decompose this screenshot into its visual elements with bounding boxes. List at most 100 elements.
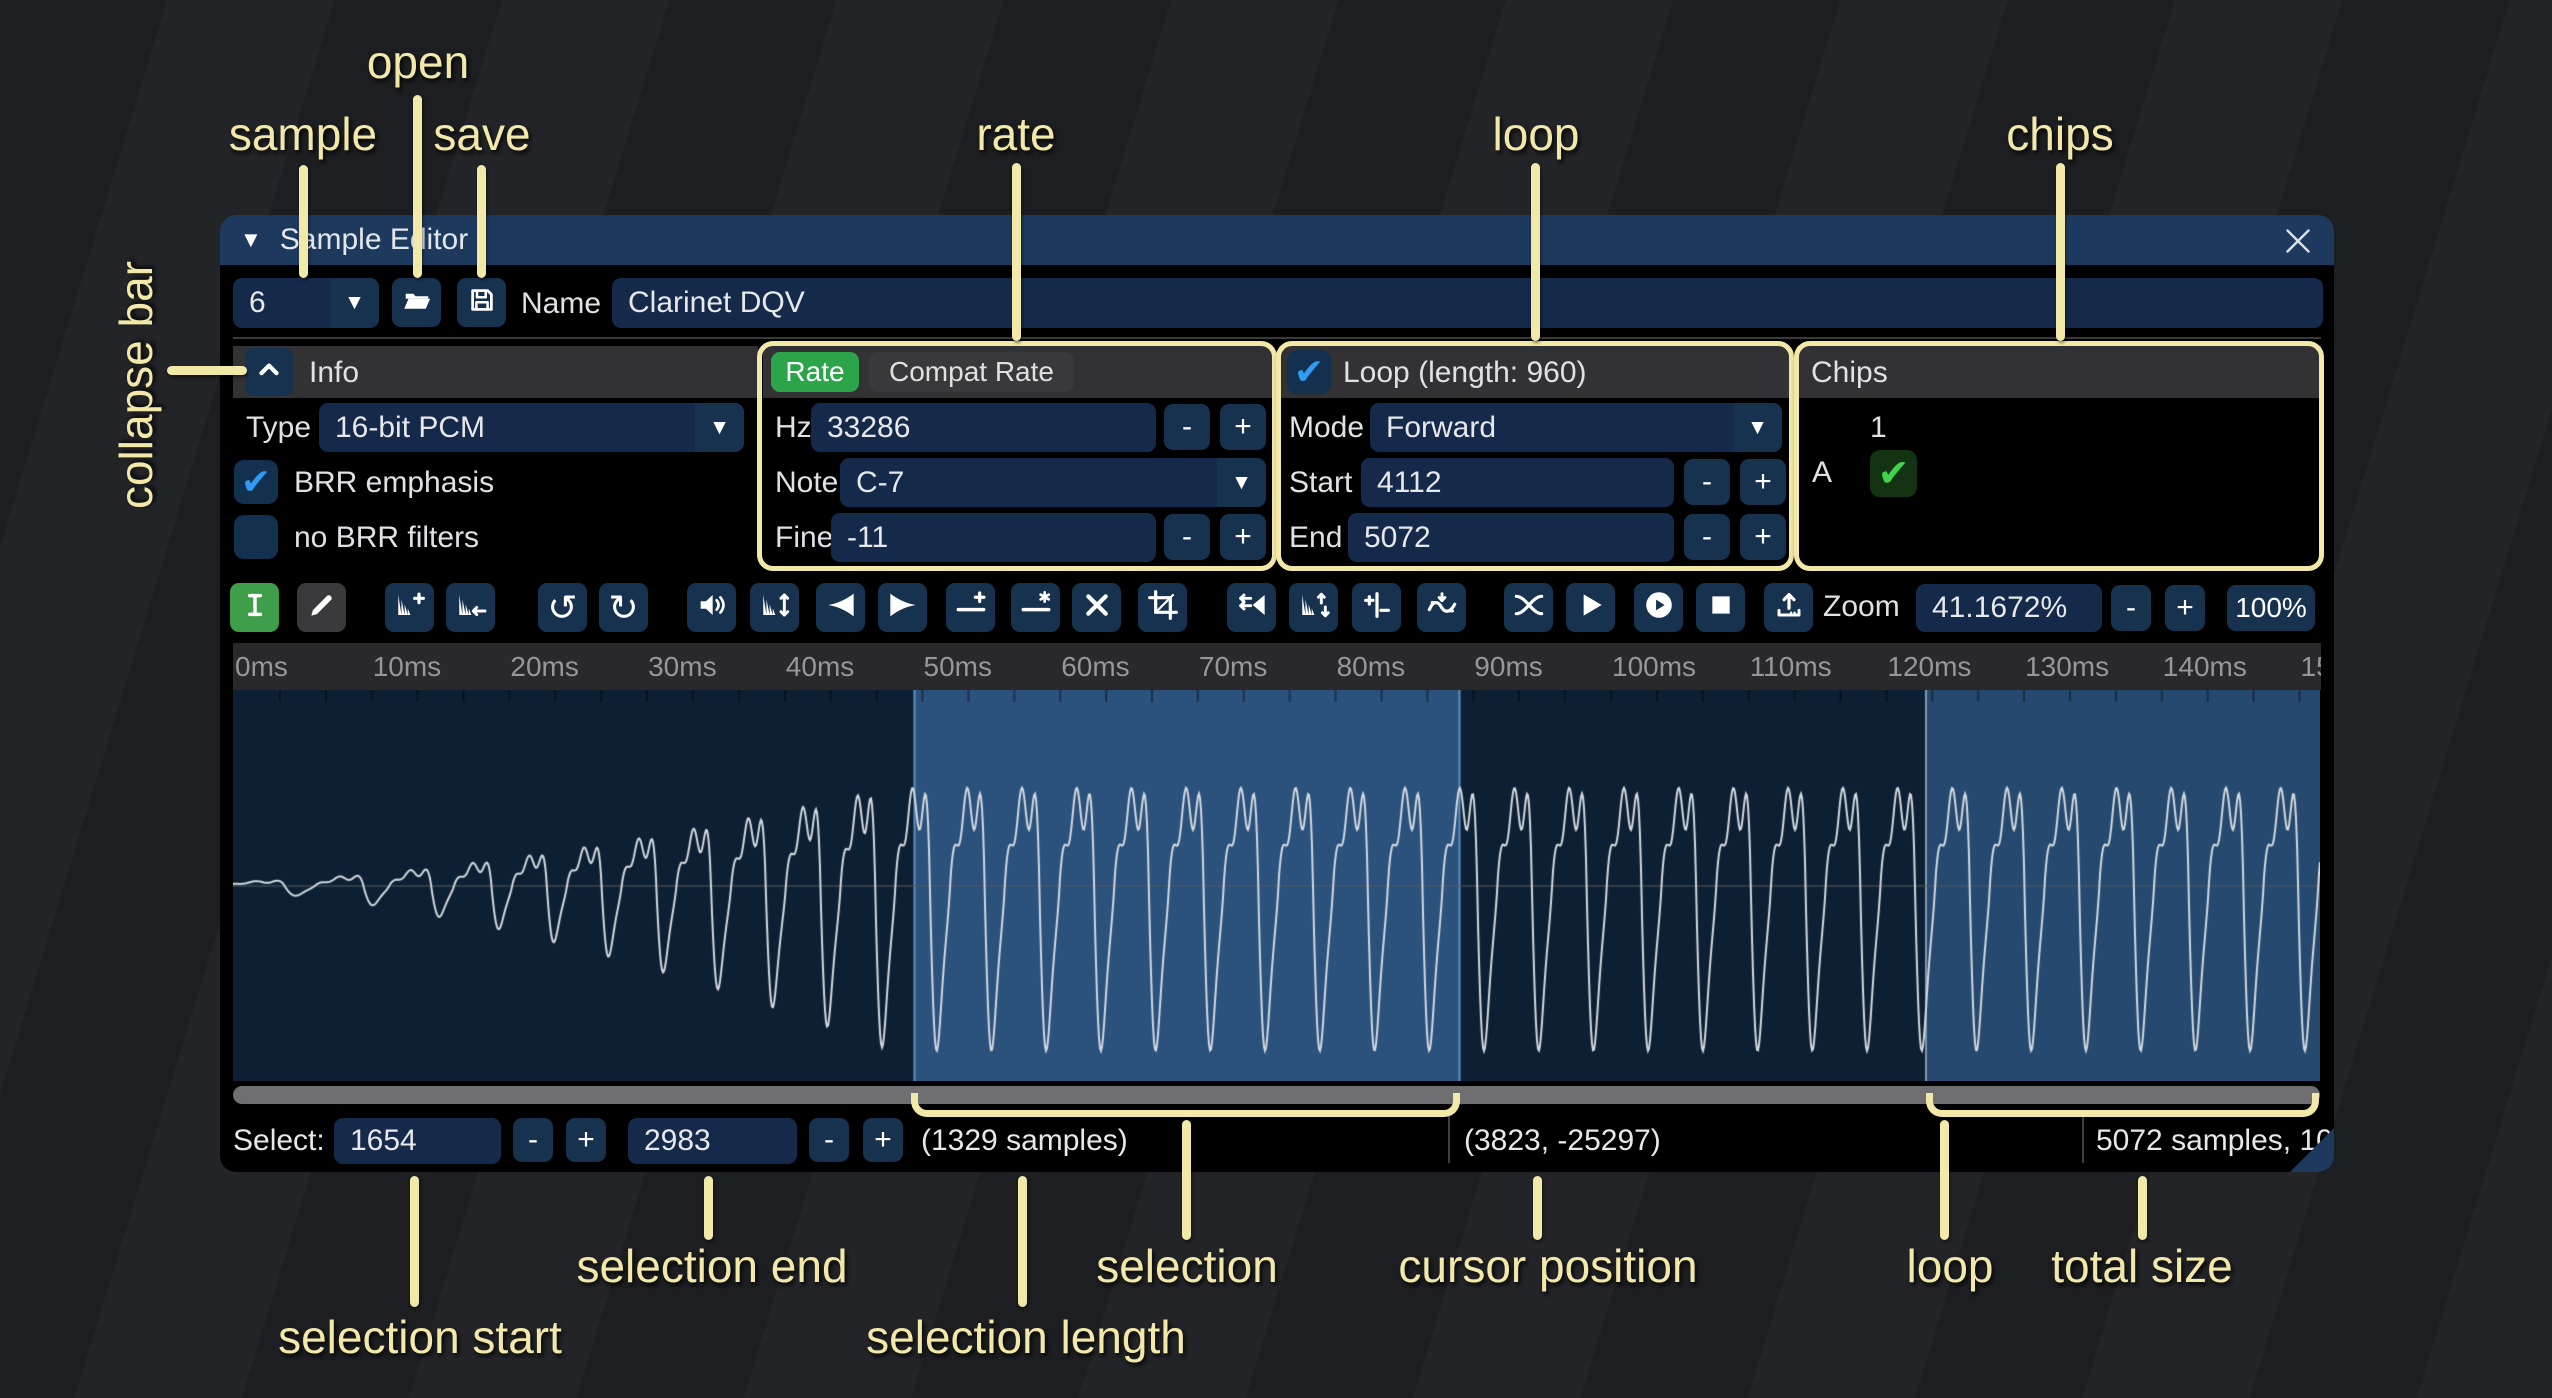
- play-cursor-icon: [1643, 589, 1675, 626]
- zoom-plus-button[interactable]: +: [2165, 585, 2205, 631]
- fade-in-button[interactable]: [816, 583, 865, 632]
- ruler-tick: 50ms: [924, 651, 992, 683]
- resize-button[interactable]: [385, 583, 434, 632]
- sample-name-input[interactable]: Clarinet DQV: [612, 278, 2323, 328]
- annotation-callout-line: [299, 165, 308, 278]
- ruler-tick: 130ms: [2025, 651, 2109, 683]
- selection-start-input[interactable]: 1654: [334, 1118, 501, 1164]
- ruler-tick: 70ms: [1199, 651, 1267, 683]
- window-title: Sample Editor: [280, 223, 468, 257]
- annotation-open: open: [367, 35, 469, 89]
- apply-filter-button[interactable]: [1417, 583, 1466, 632]
- collapse-bar-button[interactable]: [245, 348, 293, 396]
- brr-emphasis-checkbox[interactable]: ✔: [234, 460, 278, 504]
- close-icon[interactable]: [2280, 223, 2316, 259]
- no-brr-filters-label: no BRR filters: [294, 521, 479, 555]
- annotation-rate: rate: [976, 107, 1055, 161]
- selection-start-plus-button[interactable]: +: [566, 1118, 606, 1162]
- fade-out-button[interactable]: [878, 583, 927, 632]
- annotation-loop-bottom: loop: [1907, 1239, 1994, 1293]
- ruler-tick: 100ms: [1612, 651, 1696, 683]
- open-sample-button[interactable]: [392, 278, 441, 327]
- window-collapse-icon[interactable]: ▼: [240, 227, 262, 253]
- crossfade-icon: [1513, 589, 1545, 626]
- resize-icon: [394, 589, 426, 626]
- sample-type-select[interactable]: 16-bit PCM ▼: [319, 403, 744, 452]
- zoom-minus-button[interactable]: -: [2111, 585, 2151, 631]
- annotation-callout-line: [1012, 163, 1021, 341]
- stop-button[interactable]: [1696, 583, 1745, 632]
- reverse-button[interactable]: [1227, 583, 1276, 632]
- delete-icon: [1081, 589, 1113, 626]
- selection-start-minus-button[interactable]: -: [513, 1118, 553, 1162]
- annotation-selection: selection: [1096, 1239, 1278, 1293]
- zoom-reset-button[interactable]: 100%: [2227, 585, 2315, 631]
- annotation-callout-line: [1531, 163, 1540, 341]
- annotation-bracket: [911, 1093, 1460, 1117]
- titlebar[interactable]: ▼ Sample Editor: [220, 215, 2334, 265]
- crossfade-button[interactable]: [1504, 583, 1553, 632]
- ruler-tick: 110ms: [1750, 651, 1832, 683]
- select-mode-button[interactable]: [230, 583, 279, 632]
- draw-mode-icon: [306, 589, 338, 626]
- import-icon: [1773, 589, 1805, 626]
- normalize-button[interactable]: [750, 583, 799, 632]
- apply-silence-button[interactable]: [1011, 583, 1060, 632]
- save-sample-button[interactable]: [457, 278, 506, 327]
- select-mode-icon: [239, 589, 271, 626]
- sample-selector[interactable]: 6 ▼: [233, 278, 379, 328]
- undo-button[interactable]: ↺: [538, 583, 587, 632]
- amplify-button[interactable]: [687, 583, 736, 632]
- selection-end-minus-button[interactable]: -: [809, 1118, 849, 1162]
- no-brr-filters-checkbox[interactable]: [234, 515, 278, 559]
- chevron-down-icon[interactable]: ▼: [330, 278, 379, 328]
- normalize-icon: [759, 589, 791, 626]
- status-divider: [2082, 1115, 2084, 1163]
- selection-end-plus-button[interactable]: +: [863, 1118, 903, 1162]
- annotation-bracket: [1926, 1093, 2319, 1117]
- waveform-display[interactable]: [233, 690, 2320, 1081]
- rate-highlight-box: [757, 341, 1277, 571]
- save-icon: [467, 285, 497, 320]
- selection-end-input[interactable]: 2983: [628, 1118, 797, 1164]
- ruler-tick: 40ms: [786, 651, 854, 683]
- signed-unsigned-icon: [1361, 589, 1393, 626]
- reverse-icon: [1236, 589, 1268, 626]
- annotation-callout-line: [2056, 163, 2065, 341]
- insert-silence-button[interactable]: [946, 583, 995, 632]
- annotation-callout-line: [704, 1176, 713, 1240]
- invert-icon: [1298, 589, 1330, 626]
- zoom-value: 41.1672%: [1932, 591, 2067, 625]
- annotation-callout-line: [413, 95, 422, 278]
- check-icon: ✔: [241, 464, 271, 500]
- sample-name-value: Clarinet DQV: [628, 286, 805, 320]
- play-cursor-button[interactable]: [1634, 583, 1683, 632]
- invert-button[interactable]: [1289, 583, 1338, 632]
- status-divider: [1448, 1115, 1450, 1163]
- timeline-ruler[interactable]: 0ms10ms20ms30ms40ms50ms60ms70ms80ms90ms1…: [233, 643, 2321, 690]
- delete-button[interactable]: [1072, 583, 1121, 632]
- annotation-callout-line: [2138, 1176, 2147, 1240]
- resample-button[interactable]: [446, 583, 495, 632]
- select-label: Select:: [233, 1124, 325, 1158]
- zoom-input[interactable]: 41.1672%: [1916, 584, 2102, 632]
- signed-unsigned-button[interactable]: [1352, 583, 1401, 632]
- chevron-down-icon[interactable]: ▼: [695, 403, 744, 452]
- ruler-tick: 140ms: [2163, 651, 2247, 683]
- loop-highlight-box: [1276, 341, 1794, 571]
- ruler-tick: 150ms: [2301, 651, 2322, 683]
- ruler-tick: 20ms: [510, 651, 578, 683]
- annotation-callout-line: [167, 366, 247, 375]
- ruler-tick: 0ms: [235, 651, 288, 683]
- play-button[interactable]: [1566, 583, 1615, 632]
- fade-out-icon: [887, 589, 919, 626]
- trim-button[interactable]: [1138, 583, 1187, 632]
- redo-button[interactable]: ↻: [599, 583, 648, 632]
- annotation-callout-line: [410, 1176, 419, 1307]
- import-button[interactable]: [1764, 583, 1813, 632]
- draw-mode-button[interactable]: [297, 583, 346, 632]
- folder-open-icon: [402, 285, 432, 320]
- window-resize-grip[interactable]: [2290, 1128, 2334, 1172]
- annotation-chips: chips: [2006, 107, 2113, 161]
- annotation-cursor-position: cursor position: [1398, 1239, 1697, 1293]
